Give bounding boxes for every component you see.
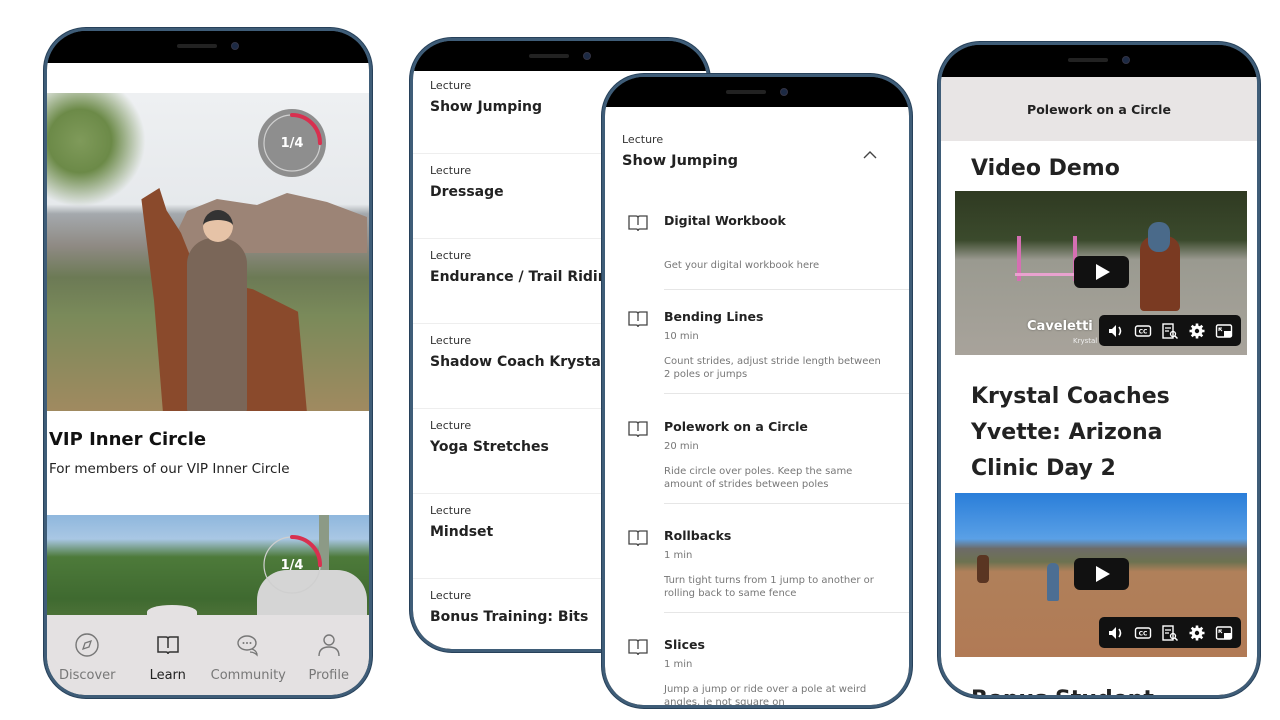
- svg-text:CC: CC: [1139, 630, 1148, 637]
- lesson-duration: 10 min: [664, 331, 699, 342]
- lecture-title: Bonus Training: Bits: [430, 609, 589, 625]
- transcript-icon[interactable]: [1161, 624, 1179, 642]
- lesson-content-screen: Polework on a Circle Video Demo Cavelett…: [941, 77, 1257, 695]
- video-player-2[interactable]: CC: [955, 493, 1247, 657]
- tab-discover[interactable]: Discover: [47, 632, 127, 683]
- lesson-description: Turn tight turns from 1 jump to another …: [664, 575, 874, 599]
- section-title-video-demo: Video Demo: [971, 156, 1120, 181]
- lecture-kicker: Lecture: [430, 334, 472, 347]
- course-progress-label-2: 1/4: [280, 557, 304, 573]
- section-title-cut-off: Bonus Student: [971, 687, 1154, 695]
- picture-in-picture-icon[interactable]: [1215, 322, 1233, 340]
- phone-notch: [941, 45, 1257, 75]
- transcript-icon[interactable]: [1161, 322, 1179, 340]
- phone-lesson-content: Polework on a Circle Video Demo Cavelett…: [938, 42, 1260, 698]
- chat-bubbles-icon: [235, 632, 261, 662]
- lesson-header: Polework on a Circle: [941, 77, 1257, 141]
- book-open-icon: [627, 213, 649, 233]
- divider: [664, 289, 909, 290]
- tab-profile[interactable]: Profile: [289, 632, 369, 683]
- tab-profile-label: Profile: [308, 668, 349, 683]
- phone-notch: [47, 31, 369, 61]
- phone-course-list: 1/4 VIP Inner Circle For members of our …: [44, 28, 372, 698]
- lesson-title: Digital Workbook: [664, 213, 786, 228]
- volume-icon[interactable]: [1107, 322, 1125, 340]
- lecture-kicker: Lecture: [430, 249, 472, 262]
- person-icon: [316, 632, 342, 662]
- book-open-icon: [627, 419, 649, 439]
- lesson-duration: 20 min: [664, 441, 699, 452]
- video-watermark: Caveletti: [1027, 319, 1093, 334]
- book-open-icon: [627, 309, 649, 329]
- video-controls: CC: [1099, 315, 1241, 346]
- lesson-description: Count strides, adjust stride length betw…: [664, 356, 881, 380]
- lecture-kicker: Lecture: [430, 419, 472, 432]
- lecture-title: Mindset: [430, 524, 494, 540]
- volume-icon[interactable]: [1107, 624, 1125, 642]
- lesson-title: Slices: [664, 637, 705, 652]
- lecture-title: Dressage: [430, 184, 504, 200]
- lecture-title: Show Jumping: [622, 153, 739, 169]
- bottom-tab-bar: Discover Learn Community Profile: [47, 605, 369, 695]
- lecture-title: Endurance / Trail Riding: [430, 269, 618, 285]
- course-progress-label: 1/4: [280, 135, 304, 151]
- phone-notch: [413, 41, 707, 71]
- lesson-title: Bending Lines: [664, 309, 764, 324]
- lesson-description: Get your digital workbook here: [664, 260, 820, 271]
- divider: [664, 612, 909, 613]
- lecture-title: Shadow Coach Krystal: [430, 354, 606, 370]
- svg-text:CC: CC: [1139, 328, 1148, 335]
- phone-lecture-detail: Lecture Show Jumping Digital Workbook Ge…: [602, 74, 912, 708]
- play-button[interactable]: [1074, 558, 1129, 590]
- lesson-duration: 1 min: [664, 659, 693, 670]
- tab-learn[interactable]: Learn: [128, 632, 208, 683]
- lecture-kicker: Lecture: [430, 589, 472, 602]
- book-open-icon: [627, 637, 649, 657]
- lesson-description: Ride circle over poles. Keep the same am…: [664, 466, 853, 490]
- picture-in-picture-icon[interactable]: [1215, 624, 1233, 642]
- lesson-duration: 1 min: [664, 550, 693, 561]
- course-title[interactable]: VIP Inner Circle: [49, 429, 206, 450]
- course-progress-ring: 1/4: [257, 108, 327, 178]
- lesson-description: Jump a jump or ride over a pole at weird…: [664, 684, 867, 705]
- chevron-up-icon[interactable]: [860, 145, 880, 165]
- book-open-icon: [627, 528, 649, 548]
- lecture-kicker: Lecture: [430, 504, 472, 517]
- captions-icon[interactable]: CC: [1134, 322, 1152, 340]
- course-description: For members of our VIP Inner Circle: [49, 461, 290, 477]
- compass-icon: [74, 632, 100, 662]
- tab-community[interactable]: Community: [208, 632, 288, 683]
- course-progress-ring-2: 1/4: [257, 530, 327, 600]
- play-button[interactable]: [1074, 256, 1129, 288]
- lecture-kicker: Lecture: [622, 133, 664, 146]
- lecture-kicker: Lecture: [430, 164, 472, 177]
- lesson-title: Rollbacks: [664, 528, 732, 543]
- lesson-header-title: Polework on a Circle: [1027, 101, 1171, 117]
- book-open-icon: [155, 632, 181, 662]
- divider: [664, 503, 909, 504]
- lecture-title: Yoga Stretches: [430, 439, 549, 455]
- tab-discover-label: Discover: [58, 668, 116, 683]
- course-list-screen: 1/4 VIP Inner Circle For members of our …: [47, 63, 369, 695]
- course-image-vip[interactable]: 1/4: [47, 93, 369, 411]
- lecture-title: Show Jumping: [430, 99, 543, 115]
- lesson-title: Polework on a Circle: [664, 419, 808, 434]
- settings-icon[interactable]: [1188, 624, 1206, 642]
- divider: [664, 393, 909, 394]
- video-player-1[interactable]: Caveletti Krystal CC: [955, 191, 1247, 355]
- tab-learn-label: Learn: [149, 668, 186, 683]
- video-controls: CC: [1099, 617, 1241, 648]
- captions-icon[interactable]: CC: [1134, 624, 1152, 642]
- tab-community-label: Community: [210, 668, 286, 683]
- lecture-detail-screen: Lecture Show Jumping Digital Workbook Ge…: [605, 107, 909, 705]
- lecture-kicker: Lecture: [430, 79, 472, 92]
- phone-notch: [605, 77, 909, 107]
- settings-icon[interactable]: [1188, 322, 1206, 340]
- video-watermark-sub: Krystal: [1073, 337, 1098, 345]
- section-title-arizona-clinic: Krystal Coaches Yvette: Arizona Clinic D…: [971, 384, 1170, 481]
